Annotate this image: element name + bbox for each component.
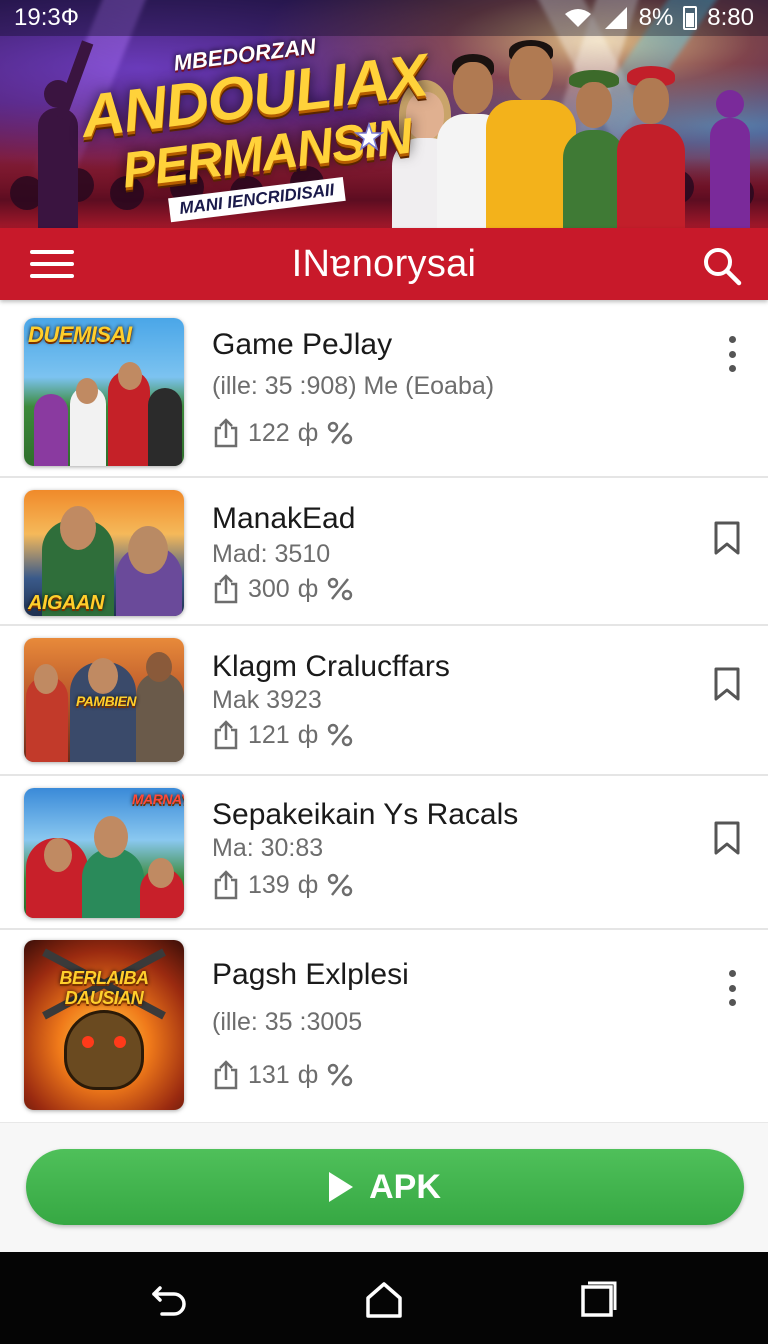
stat-count: 122 <box>248 418 290 447</box>
game-title: ManakEad <box>212 502 356 535</box>
game-stats: 300 ф <box>212 574 354 604</box>
thumbnail-label: AIGAAN <box>28 592 104 614</box>
percent-icon <box>328 723 353 747</box>
game-title: Game PeJlay <box>212 328 393 361</box>
list-item[interactable]: BERLAIBA DAUSIAN Pagsh Exlplesi (ille: 3… <box>0 930 768 1122</box>
wifi-icon <box>564 9 591 27</box>
percent-icon <box>328 873 353 897</box>
play-icon <box>329 1172 354 1202</box>
stat-text: ф <box>297 720 319 749</box>
game-subtitle: Ma: 30:83 <box>212 834 324 862</box>
stat-count: 300 <box>248 574 290 603</box>
share-icon <box>214 574 238 604</box>
game-subtitle: Mak 3923 <box>212 686 322 714</box>
stat-count: 139 <box>248 870 290 899</box>
game-stats: 121 ф <box>212 720 354 750</box>
signal-icon <box>604 7 627 29</box>
game-stats: 131 ф <box>212 1060 354 1090</box>
apk-button-label: APK <box>369 1167 441 1206</box>
status-time-right: 8:80 <box>707 4 754 31</box>
battery-icon <box>683 6 698 30</box>
game-title: Sepakeikain Ys Racals <box>212 798 519 831</box>
game-list: DUEMISAI Game PeJlay (ille: 35 :908) Me … <box>0 300 768 1122</box>
share-icon <box>214 720 238 750</box>
game-thumbnail: BERLAIBA DAUSIAN <box>24 940 184 1110</box>
game-stats: 139 ф <box>212 870 354 900</box>
emblem-icon <box>354 122 384 151</box>
game-thumbnail: DUEMISAI <box>24 318 184 466</box>
stat-text: ф <box>297 418 319 447</box>
game-stats: 122 ф <box>212 418 354 448</box>
bookmark-icon[interactable] <box>712 666 742 702</box>
hero-cast <box>390 40 700 228</box>
apk-download-button[interactable]: APK <box>26 1149 744 1225</box>
thumbnail-label: MARNAY <box>132 791 184 807</box>
app-bar-title: INɐnorysai <box>291 242 477 285</box>
thumbnail-label: BERLAIBA DAUSIAN <box>59 968 150 1008</box>
status-bar: 19:3Ф 8% 8:80 <box>0 0 768 36</box>
game-title: Pagsh Exlplesi <box>212 958 409 991</box>
stat-text: ф <box>297 574 319 603</box>
stat-text: ф <box>297 1060 319 1089</box>
percent-icon <box>328 577 353 601</box>
percent-icon <box>328 421 353 445</box>
game-thumbnail: MARNAY <box>24 788 184 918</box>
home-icon[interactable] <box>362 1278 406 1322</box>
back-icon[interactable] <box>148 1278 192 1322</box>
dancer-silhouette <box>700 80 760 228</box>
stat-text: ф <box>297 870 319 899</box>
thumbnail-label: DUEMISAI <box>28 322 132 347</box>
character-red-cap <box>616 66 686 228</box>
list-item[interactable]: DUEMISAI Game PeJlay (ille: 35 :908) Me … <box>0 300 768 478</box>
recents-icon[interactable] <box>576 1278 620 1322</box>
game-thumbnail: PAMBIEN <box>24 638 184 762</box>
thumbnail-label: PAMBIEN <box>76 693 137 709</box>
bottom-action-area: APK <box>0 1122 768 1252</box>
list-item[interactable]: AIGAAN ManakEad Mad: 3510 300 ф <box>0 478 768 626</box>
list-item[interactable]: PAMBIEN Klagm Cralucffars Mak 3923 121 ф <box>0 626 768 776</box>
app-bar: INɐnorysai <box>0 228 768 300</box>
share-icon <box>214 870 238 900</box>
stat-count: 131 <box>248 1060 290 1089</box>
stat-count: 121 <box>248 720 290 749</box>
game-subtitle: (ille: 35 :3005 <box>212 1008 363 1036</box>
list-item[interactable]: MARNAY Sepakeikain Ys Racals Ma: 30:83 1… <box>0 776 768 930</box>
status-time-left: 19:3Ф <box>14 4 79 31</box>
hamburger-menu-icon[interactable] <box>30 250 74 280</box>
bookmark-icon[interactable] <box>712 520 742 556</box>
system-nav-bar <box>0 1252 768 1344</box>
battery-percent: 8% <box>638 4 674 31</box>
search-icon[interactable] <box>700 244 744 288</box>
game-title: Klagm Cralucffars <box>212 650 450 683</box>
game-thumbnail: AIGAAN <box>24 490 184 616</box>
more-options-icon[interactable] <box>726 970 738 1006</box>
more-options-icon[interactable] <box>726 336 738 372</box>
game-subtitle: Mad: 3510 <box>212 540 331 568</box>
hero-banner: 19:3Ф 8% 8:80 MBEDORZAN ANDOULIAX PERMAN… <box>0 0 768 228</box>
bookmark-icon[interactable] <box>712 820 742 856</box>
game-subtitle: (ille: 35 :908) Me (Eoaba) <box>212 372 495 400</box>
share-icon <box>214 1060 238 1090</box>
percent-icon <box>328 1063 353 1087</box>
share-icon <box>214 418 238 448</box>
